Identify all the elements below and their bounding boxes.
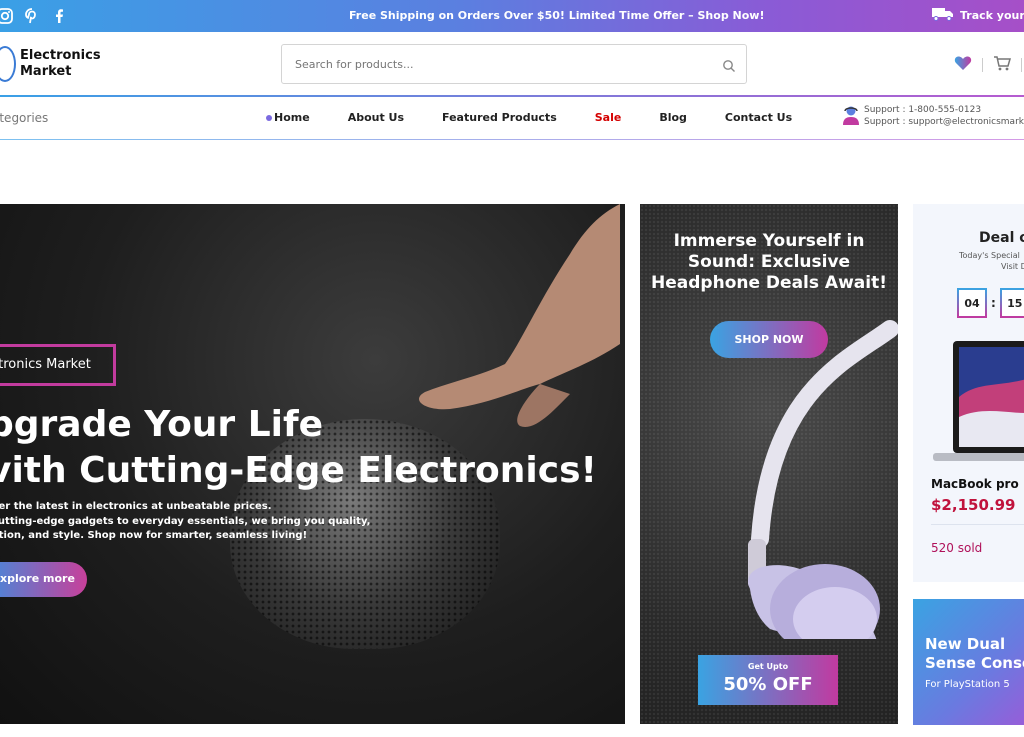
sold-progress-divider xyxy=(931,524,1024,525)
deal-product-name[interactable]: MacBook pro 1 xyxy=(931,477,1024,491)
support-info: Support : 1-800-555-0123 Support : suppo… xyxy=(842,104,1024,130)
deal-of-the-day-card: Deal o Today's Special Visit D 04 : 15 M… xyxy=(913,204,1024,582)
shop-now-button[interactable]: SHOP NOW xyxy=(710,321,828,358)
search-input[interactable] xyxy=(282,45,682,83)
facebook-icon[interactable] xyxy=(50,7,68,25)
support-agent-icon xyxy=(842,104,860,130)
deal-title: Deal o xyxy=(979,230,1024,246)
hero-headline-line1: pgrade Your Life xyxy=(0,404,324,445)
nav-divider xyxy=(0,139,1024,140)
nav-item-sale[interactable]: Sale xyxy=(595,111,622,124)
hero-description: ver the latest in electronics at unbeata… xyxy=(0,500,370,544)
deal-subtitle-line: Visit D xyxy=(1001,262,1024,271)
discount-value: 50% OFF xyxy=(723,674,813,695)
search-icon[interactable] xyxy=(722,58,736,72)
main-nav: ategories Home About Us Featured Product… xyxy=(0,97,1024,139)
categories-menu[interactable]: ategories xyxy=(0,111,48,125)
header-actions xyxy=(954,55,1022,75)
macbook-image[interactable] xyxy=(933,337,1024,465)
dualsense-subtitle: For PlayStation 5 xyxy=(925,679,1010,690)
wishlist-heart-icon[interactable] xyxy=(954,55,972,75)
deal-product-price: $2,150.99 xyxy=(931,496,1016,514)
logo-text-line1: Electronics xyxy=(20,48,101,63)
site-header: Electronics Market xyxy=(0,32,1024,96)
top-bar: Free Shipping on Orders Over $50! Limite… xyxy=(0,0,1024,32)
deal-subtitle-line: Today's Special xyxy=(959,251,1020,260)
deal-subtitle: Today's Special Visit D xyxy=(959,250,1024,272)
headphones-promo-card[interactable]: Immerse Yourself in Sound: Exclusive Hea… xyxy=(640,204,898,724)
dualsense-title-line: New Dual xyxy=(925,635,1006,653)
countdown-hours: 15 xyxy=(999,288,1024,318)
instagram-icon[interactable] xyxy=(0,7,14,25)
nav-item-featured-products[interactable]: Featured Products xyxy=(442,111,557,124)
nav-item-contact-us[interactable]: Contact Us xyxy=(725,111,792,124)
active-indicator-icon xyxy=(266,114,272,121)
logo-mark-icon xyxy=(0,46,16,82)
countdown-days: 04 xyxy=(957,288,987,318)
truck-icon xyxy=(932,7,954,24)
discount-badge: Get Upto 50% OFF xyxy=(698,655,838,705)
nav-menu: Home About Us Featured Products Sale Blo… xyxy=(266,111,792,124)
deal-sold-count: 520 sold xyxy=(931,541,983,555)
search-box xyxy=(281,44,747,84)
hero-description-line: ver the latest in electronics at unbeata… xyxy=(0,501,272,512)
hero-description-line: cutting-edge gadgets to everyday essenti… xyxy=(0,515,371,527)
hero-description-line: ation, and style. Shop now for smarter, … xyxy=(0,530,308,541)
hero-banner: ectronics Market pgrade Your Life vith C… xyxy=(0,204,625,724)
support-email[interactable]: Support : support@electronicsmarket. xyxy=(864,116,1024,128)
cart-icon[interactable] xyxy=(993,55,1011,75)
logo-text-line2: Market xyxy=(20,64,72,79)
dualsense-promo-card[interactable]: New Dual Sense Conso For PlayStation 5 xyxy=(913,599,1024,725)
hero-headline-line2: vith Cutting-Edge Electronics! xyxy=(0,450,597,491)
pinterest-icon[interactable] xyxy=(23,7,41,25)
hero-headline: pgrade Your Life vith Cutting-Edge Elect… xyxy=(0,402,597,494)
nav-item-about-us[interactable]: About Us xyxy=(348,111,404,124)
nav-item-blog[interactable]: Blog xyxy=(659,111,687,124)
logo[interactable]: Electronics Market xyxy=(0,46,101,82)
social-links xyxy=(0,7,68,25)
hero-badge: ectronics Market xyxy=(0,344,116,386)
nav-label: Home xyxy=(274,111,310,124)
dualsense-title-line: Sense Conso xyxy=(925,654,1024,672)
countdown-timer: 04 : 15 xyxy=(957,288,1024,318)
explore-more-button[interactable]: xplore more xyxy=(0,562,87,597)
promo-banner-text[interactable]: Free Shipping on Orders Over $50! Limite… xyxy=(349,9,764,22)
support-phone[interactable]: Support : 1-800-555-0123 xyxy=(864,104,1024,116)
track-order-label: Track your O xyxy=(960,9,1024,22)
nav-item-home[interactable]: Home xyxy=(266,111,310,124)
countdown-separator: : xyxy=(991,296,996,310)
headphones-card-title: Immerse Yourself in Sound: Exclusive Hea… xyxy=(651,231,887,293)
header-separator xyxy=(982,58,983,72)
discount-label: Get Upto xyxy=(747,662,789,671)
track-order-link[interactable]: Track your O xyxy=(932,7,1024,24)
dualsense-title: New Dual Sense Conso xyxy=(925,635,1024,673)
header-separator xyxy=(1021,58,1022,72)
